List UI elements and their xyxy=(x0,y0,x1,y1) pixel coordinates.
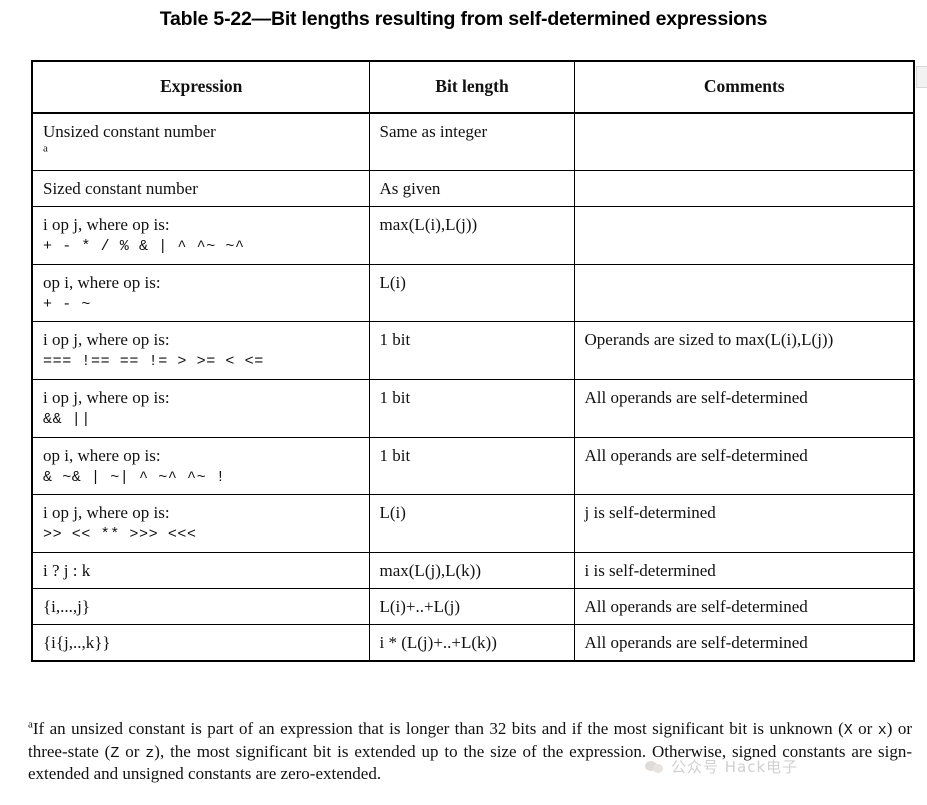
table-row: Sized constant number As given xyxy=(32,169,914,207)
cell-comments: All operands are self-determined xyxy=(573,436,914,496)
cell-comments: Operands are sized to max(L(i),L(j)) xyxy=(573,321,914,380)
table-row: op i, where op is: & ~& | ~| ^ ~^ ^~ ! 1… xyxy=(32,436,914,496)
cell-comments xyxy=(573,169,914,207)
table-row: {i{j,..,k}} i * (L(j)+..+L(k)) All opera… xyxy=(32,624,914,662)
cell-bit-length: i * (L(j)+..+L(k)) xyxy=(368,624,575,662)
footnote-reference: a xyxy=(43,142,48,155)
expression-text: i ? j : k xyxy=(43,560,91,580)
cell-expression: i op j, where op is: && || xyxy=(32,378,370,438)
table-row: i op j, where op is: + - * / % & | ^ ^~ … xyxy=(32,205,914,265)
cell-bit-length: max(L(j),L(k)) xyxy=(368,551,575,590)
operator-list: === !== == != > >= < <= xyxy=(43,353,264,371)
table-row: op i, where op is: + - ~ L(i) xyxy=(32,263,914,323)
table-row: i op j, where op is: && || 1 bit All ope… xyxy=(32,378,914,438)
expression-text: {i{j,..,k}} xyxy=(43,633,111,653)
cell-expression: {i,...,j} xyxy=(32,588,370,626)
cell-bit-length: max(L(i),L(j)) xyxy=(368,205,575,265)
cell-comments: All operands are self-determined xyxy=(573,378,914,438)
footnote-text-part4: or xyxy=(119,741,146,761)
cell-comments: All operands are self-determined xyxy=(573,624,914,662)
cell-expression: op i, where op is: + - ~ xyxy=(32,263,370,323)
expression-text: i op j, where op is: xyxy=(43,330,170,350)
cell-expression: op i, where op is: & ~& | ~| ^ ~^ ^~ ! xyxy=(32,436,370,496)
footnote-text-part1: If an unsized constant is part of an exp… xyxy=(32,719,844,738)
table-header-row: Expression Bit length Comments xyxy=(32,60,914,114)
cell-bit-length: 1 bit xyxy=(368,378,575,438)
footnote-mono-z-lower: z xyxy=(145,744,155,762)
cell-comments xyxy=(573,205,914,265)
footnote-text-part5: ), the most significant bit is extended … xyxy=(28,741,912,784)
expression-text: Sized constant number xyxy=(43,178,198,198)
footnote-mono-x-upper: X xyxy=(843,722,853,739)
cell-bit-length: L(i) xyxy=(368,263,575,323)
cell-bit-length: 1 bit xyxy=(368,321,575,380)
scan-edge-artifact xyxy=(916,66,927,88)
cell-expression: Unsized constant number a xyxy=(32,112,370,171)
cell-comments xyxy=(573,112,914,171)
column-header-expression: Expression xyxy=(32,60,370,114)
cell-comments: All operands are self-determined xyxy=(573,588,914,626)
table-container: Expression Bit length Comments Unsized c… xyxy=(31,60,915,663)
expression-text: Unsized constant number xyxy=(43,121,216,141)
column-header-bit-length: Bit length xyxy=(368,60,575,114)
page-title: Table 5-22—Bit lengths resulting from se… xyxy=(159,8,768,30)
expression-text: i op j, where op is: xyxy=(43,503,170,523)
operator-list: && || xyxy=(43,411,92,429)
cell-expression: i op j, where op is: === !== == != > >= … xyxy=(32,321,370,380)
expression-text: i op j, where op is: xyxy=(43,387,170,407)
cell-bit-length: Same as integer xyxy=(368,112,575,171)
cell-expression: Sized constant number xyxy=(32,169,370,207)
expression-text: i op j, where op is: xyxy=(43,214,170,234)
operator-list: + - * / % & | ^ ^~ ~^ xyxy=(43,238,245,255)
expression-text: op i, where op is: xyxy=(43,445,161,465)
expression-text: op i, where op is: xyxy=(43,272,161,292)
table-row: i op j, where op is: === !== == != > >= … xyxy=(32,321,914,380)
operator-list: & ~& | ~| ^ ~^ ^~ ! xyxy=(43,468,226,486)
cell-expression: i op j, where op is: + - * / % & | ^ ^~ … xyxy=(32,205,370,265)
column-header-comments: Comments xyxy=(573,60,914,114)
cell-expression: i op j, where op is: >> << ** >>> <<< xyxy=(32,494,370,553)
table-row: i op j, where op is: >> << ** >>> <<< L(… xyxy=(32,494,914,553)
footnote-mono-z-upper: Z xyxy=(110,744,120,762)
operator-list: + - ~ xyxy=(43,295,92,313)
bit-length-table: Expression Bit length Comments Unsized c… xyxy=(31,60,915,663)
cell-comments: j is self-determined xyxy=(573,494,914,553)
footnote-text-part2: or xyxy=(852,719,878,738)
footnote-mono-x-lower: x xyxy=(877,722,887,739)
cell-comments xyxy=(573,263,914,323)
table-footnote: aIf an unsized constant is part of an ex… xyxy=(28,718,912,785)
cell-bit-length: L(i)+..+L(j) xyxy=(368,588,575,626)
cell-bit-length: 1 bit xyxy=(368,436,575,496)
cell-expression: i ? j : k xyxy=(32,551,370,590)
table-row: {i,...,j} L(i)+..+L(j) All operands are … xyxy=(32,588,914,626)
table-row: i ? j : k max(L(j),L(k)) i is self-deter… xyxy=(32,551,914,590)
cell-bit-length: As given xyxy=(368,169,575,207)
table-row: Unsized constant number a Same as integer xyxy=(32,112,914,171)
operator-list: >> << ** >>> <<< xyxy=(43,526,197,544)
cell-bit-length: L(i) xyxy=(368,494,575,553)
expression-text: {i,...,j} xyxy=(43,597,91,617)
cell-comments: i is self-determined xyxy=(573,551,914,590)
cell-expression: {i{j,..,k}} xyxy=(32,624,370,662)
